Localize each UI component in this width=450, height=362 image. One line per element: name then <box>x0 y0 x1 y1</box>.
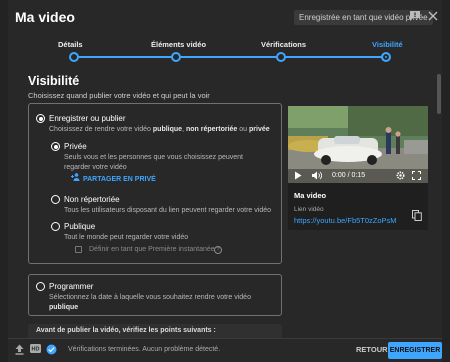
upload-stepper: Détails Éléments vidéo Vérifications Vis… <box>8 36 442 66</box>
video-controls: 0:00 / 0:15 <box>288 169 428 183</box>
unlisted-label: Non répertoriée <box>64 195 120 204</box>
instant-premiere-checkbox[interactable] <box>75 246 82 253</box>
copy-icon[interactable] <box>412 208 422 221</box>
step-checks[interactable]: Vérifications <box>261 40 306 49</box>
video-link[interactable]: https://youtu.be/Fb5T0zZoPsM <box>294 216 397 225</box>
unlisted-radio[interactable] <box>51 195 60 204</box>
add-person-icon <box>71 173 81 183</box>
public-description: Tout le monde peut regarder votre vidéo <box>64 234 189 241</box>
dialog-title: Ma video <box>15 9 75 25</box>
video-thumbnail[interactable]: 0:00 / 0:15 <box>288 106 428 183</box>
private-radio[interactable] <box>51 142 60 151</box>
step-video-elements-dot[interactable] <box>171 52 181 62</box>
visibility-title: Visibilité <box>28 74 80 88</box>
step-details[interactable]: Détails <box>58 40 83 49</box>
video-link-label: Lien vidéo <box>294 206 324 213</box>
dialog-header: Ma video Enregistrée en tant que vidéo p… <box>8 0 442 34</box>
schedule-label: Programmer <box>49 282 94 291</box>
close-icon[interactable] <box>426 10 440 24</box>
checks-complete-icon <box>46 344 57 356</box>
dialog-scrollbar[interactable] <box>437 74 441 114</box>
feedback-icon[interactable] <box>408 10 422 24</box>
private-description: Seuls vous et les personnes que vous cho… <box>64 154 243 171</box>
step-visibility[interactable]: Visibilité <box>372 40 403 49</box>
video-time: 0:00 / 0:15 <box>332 172 366 179</box>
public-label: Publique <box>64 222 96 231</box>
private-label: Privée <box>64 142 87 151</box>
upload-icon <box>14 344 25 356</box>
save-button[interactable]: ENREGISTRER <box>388 342 442 359</box>
before-publish-notice: Avant de publier la vidéo, vérifiez les … <box>28 324 282 338</box>
stepper-progress-line <box>74 56 386 58</box>
schedule-description: Sélectionnez la date à laquelle vous sou… <box>49 294 251 311</box>
step-visibility-dot[interactable] <box>381 52 391 62</box>
visibility-subtitle: Choisissez quand publier votre vidéo et … <box>28 91 210 100</box>
step-checks-dot[interactable] <box>276 52 286 62</box>
upload-dialog: Ma video Enregistrée en tant que vidéo p… <box>8 0 442 362</box>
fullscreen-icon[interactable] <box>412 171 421 183</box>
share-privately-label: PARTAGER EN PRIVÉ <box>82 176 156 183</box>
video-preview-card: 0:00 / 0:15 Ma video Lien vidéo https://… <box>288 106 428 230</box>
hd-badge-text: HD <box>32 347 40 353</box>
step-video-elements[interactable]: Éléments vidéo <box>151 40 206 49</box>
play-icon[interactable] <box>294 171 302 183</box>
volume-icon[interactable] <box>312 171 323 183</box>
preview-video-title: Ma video <box>294 191 327 200</box>
checks-status-text: Vérifications terminées. Aucun problème … <box>68 346 221 353</box>
unlisted-description: Tous les utilisateurs disposant du lien … <box>64 207 272 214</box>
share-privately-button[interactable]: PARTAGER EN PRIVÉ <box>71 173 156 183</box>
public-radio[interactable] <box>51 222 60 231</box>
save-publish-description: Choisissez de rendre votre vidéo publiqu… <box>49 126 270 133</box>
back-button[interactable]: RETOUR <box>356 345 388 354</box>
step-details-dot[interactable] <box>69 52 79 62</box>
help-icon[interactable]: ? <box>214 246 222 254</box>
settings-gear-icon[interactable] <box>396 171 405 183</box>
dialog-footer: HD Vérifications terminées. Aucun problè… <box>8 338 442 362</box>
schedule-radio[interactable] <box>36 282 45 291</box>
instant-premiere-label: Définir en tant que Première instantanée <box>89 246 215 253</box>
save-publish-label: Enregistrer ou publier <box>49 114 126 123</box>
hd-badge-icon: HD <box>30 344 41 356</box>
save-publish-radio[interactable] <box>36 114 45 123</box>
